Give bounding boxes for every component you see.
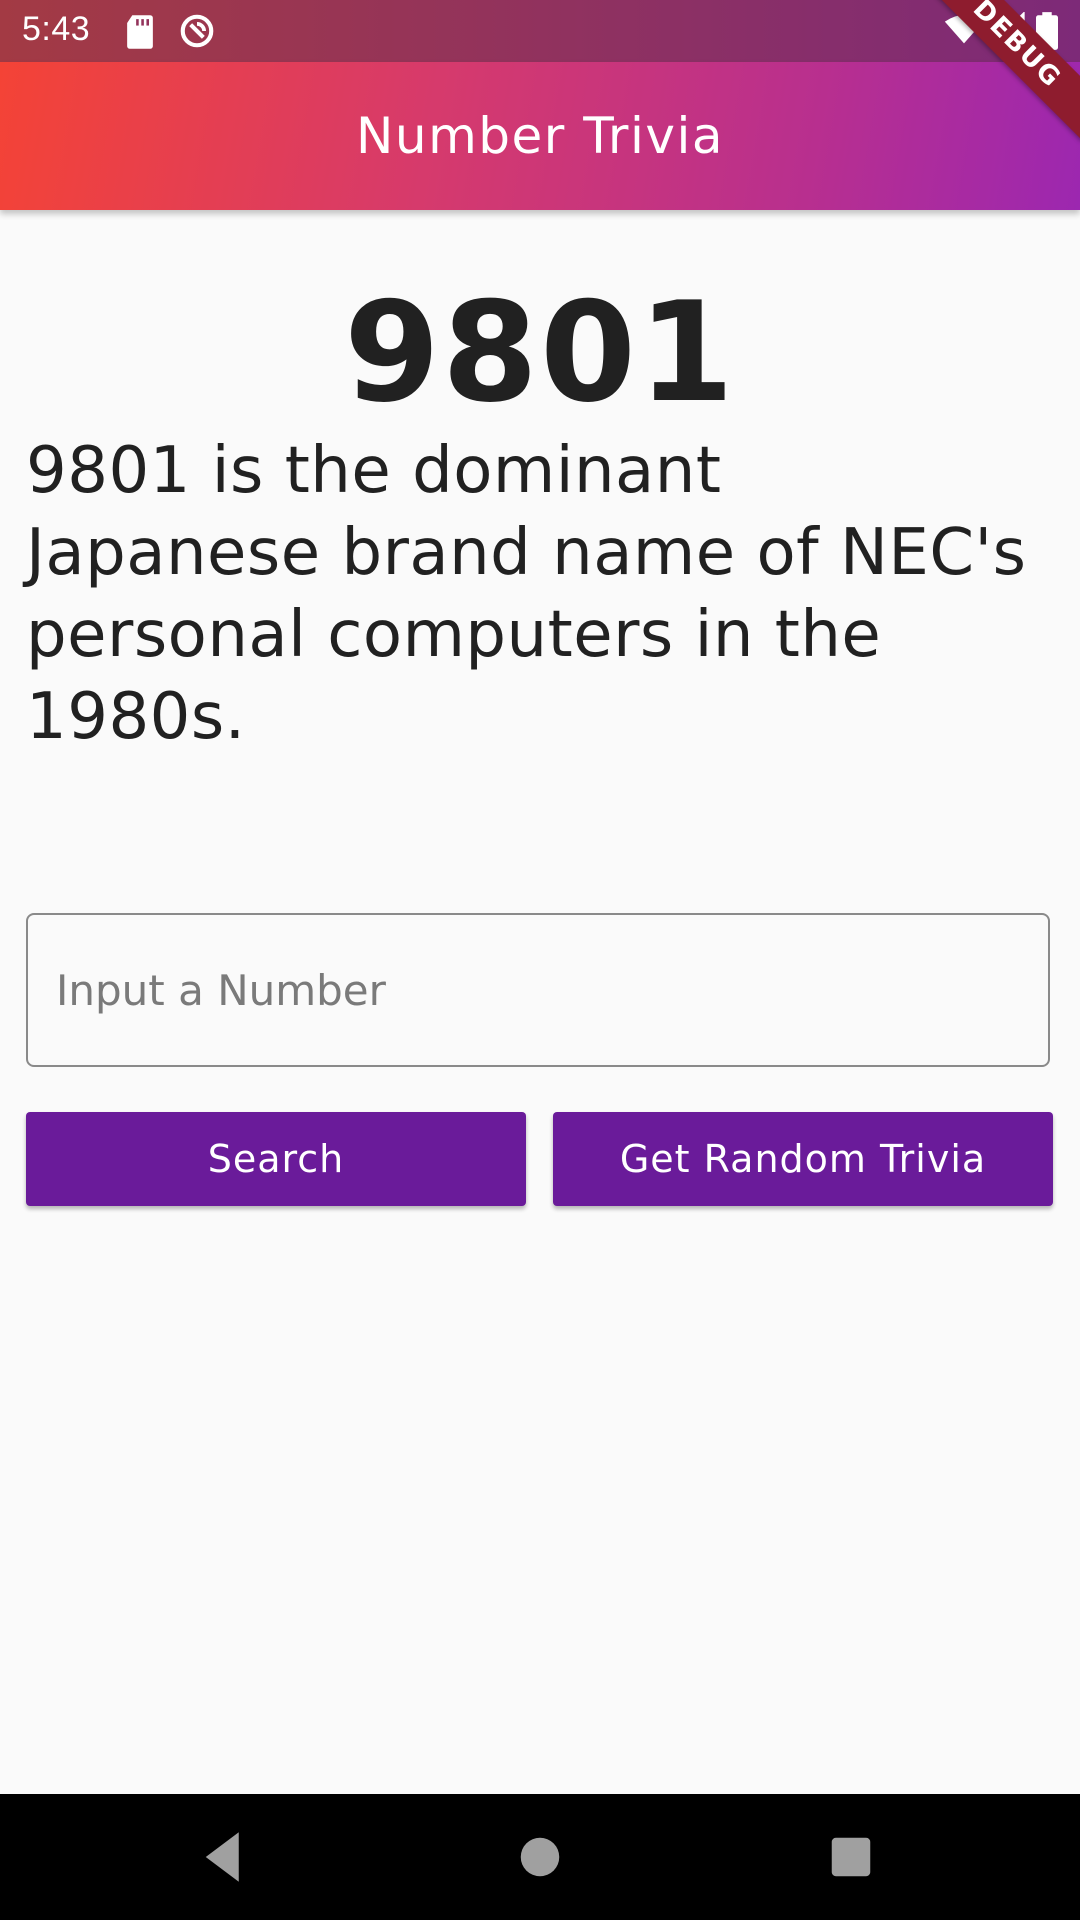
get-random-trivia-button[interactable]: Get Random Trivia (553, 1112, 1053, 1206)
navigation-bar (0, 1794, 1080, 1920)
back-icon[interactable] (192, 1824, 258, 1890)
status-bar: 5:43 (0, 0, 1080, 62)
app-screen: 5:43 DEBUG Number Trivia 9801 9801 is th… (0, 0, 1080, 1920)
app-bar: Number Trivia (0, 62, 1080, 210)
sd-card-icon (124, 12, 164, 52)
number-input[interactable] (28, 915, 1048, 1065)
home-icon[interactable] (507, 1824, 573, 1890)
trivia-text: 9801 is the dominant Japanese brand name… (26, 434, 1027, 754)
sync-disabled-icon (178, 12, 218, 52)
trivia-number: 9801 (343, 272, 737, 433)
app-title: Number Trivia (355, 107, 724, 165)
status-time: 5:43 (22, 10, 91, 48)
number-input-container (26, 913, 1050, 1067)
recents-icon[interactable] (818, 1824, 884, 1890)
search-button[interactable]: Search (26, 1112, 526, 1206)
